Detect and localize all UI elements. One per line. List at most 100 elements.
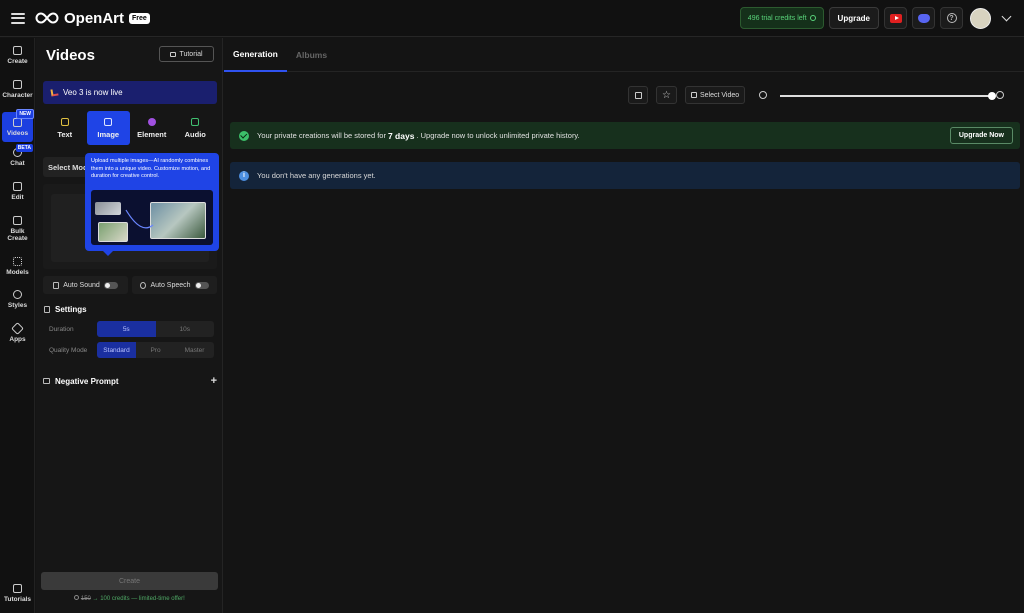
auto-sound-toggle[interactable] [103,281,118,289]
duration-label: Duration [49,325,74,333]
check-circle-icon [239,130,249,141]
trial-credits-pill[interactable]: 496 trial credits left [739,7,824,29]
credits-text: 496 trial credits left [747,14,807,22]
upgrade-now-button[interactable]: Upgrade Now [949,127,1013,144]
sound-options: Auto Sound Auto Speech [43,276,217,294]
chevron-down-icon[interactable] [1001,11,1012,21]
rail-item-videos[interactable]: NEW Videos [2,109,34,142]
rail-label: Models [6,269,29,276]
mode-tabs: Text Image Element Audio [43,111,217,145]
zoom-in-icon[interactable] [996,91,1004,99]
tutorial-button[interactable]: Tutorial [159,46,214,62]
audio-mode-icon [191,117,200,126]
tab-text[interactable]: Text [43,111,87,145]
tutorial-label: Tutorial [179,50,203,58]
upgrade-button[interactable]: Upgrade [828,7,879,29]
zoom-slider-handle[interactable] [988,92,996,100]
page-title: Videos [46,47,95,64]
duration-option-10s[interactable]: 10s [156,321,215,337]
rail-item-styles[interactable]: Styles [0,290,35,309]
settings-header: Settings [44,305,87,314]
menu-icon[interactable] [11,12,25,24]
tab-generation[interactable]: Generation [224,38,287,72]
banner-text: Veo 3 is now live [63,88,123,97]
bulk-create-icon [13,216,22,225]
veo-announcement-banner[interactable]: Veo 3 is now live [43,81,217,104]
star-icon: ☆ [662,89,671,101]
select-video-label: Select Video [699,91,740,99]
tab-albums[interactable]: Albums [287,38,336,72]
tab-label: Element [137,129,167,139]
rail-item-chat[interactable]: BETA Chat [0,144,35,167]
speech-icon [140,281,147,289]
youtube-icon [889,13,902,23]
select-icon [690,92,697,98]
party-popper-icon [50,88,59,97]
rail-item-tutorials[interactable]: Tutorials [0,584,35,603]
video-settings-panel: Videos Tutorial Veo 3 is now live Text I… [36,38,223,613]
empty-notice-text: You don't have any generations yet. [257,171,376,180]
help-button[interactable]: ? [940,7,963,29]
main-tabs: Generation Albums [224,38,1024,72]
select-all-button[interactable] [628,86,648,104]
settings-icon [44,306,50,313]
tab-audio[interactable]: Audio [174,111,218,145]
image-mode-tooltip: Upload multiple images—AI randomly combi… [85,153,219,256]
quality-option-standard[interactable]: Standard [97,342,136,358]
rail-item-edit[interactable]: Edit [0,182,35,201]
auto-speech-toggle[interactable] [194,281,209,289]
storage-notice: Your private creations will be stored fo… [230,122,1020,149]
rail-label: Videos [6,129,29,137]
brand-logo[interactable]: OpenArt Free [35,10,150,27]
tab-element[interactable]: Element [130,111,174,145]
duration-row: Duration 5s 10s [49,321,214,337]
rail-item-models[interactable]: Models [0,257,35,276]
rail-label: Edit [11,194,24,201]
auto-speech-option[interactable]: Auto Speech [132,276,217,294]
plus-icon[interactable]: + [211,375,217,387]
auto-sound-label: Auto Sound [63,281,100,289]
tooltip-arrow [103,251,113,256]
gallery-toolbar: ☆ Select Video [628,86,768,104]
negative-prompt-label: Negative Prompt [55,376,119,386]
storage-days: 7 days [387,130,415,141]
rail-item-bulk-create[interactable]: Bulk Create [0,216,35,242]
element-mode-icon [147,117,156,126]
tab-image[interactable]: Image [86,111,130,145]
rail-label: Tutorials [4,596,31,603]
nav-rail: Create Character NEW Videos BETA Chat Ed… [0,38,35,613]
credit-cost-note: 150 → 100 credits — limited-time offer! [36,595,223,602]
rail-label: Character [2,92,33,99]
tab-label: Image [97,129,120,139]
youtube-button[interactable] [884,7,907,29]
avatar[interactable] [970,7,991,29]
quality-option-master[interactable]: Master [175,342,214,358]
tab-label: Text [57,129,73,139]
rail-item-character[interactable]: Character [0,80,35,99]
rail-item-apps[interactable]: Apps [0,322,35,343]
negative-prompt-section[interactable]: Negative Prompt + [43,374,217,388]
zoom-out-icon[interactable] [759,91,768,99]
favorites-button[interactable]: ☆ [656,86,677,104]
models-icon [13,257,22,266]
create-button[interactable]: Create [41,572,218,590]
quality-row: Quality Mode Standard Pro Master [49,342,214,358]
duration-option-5s[interactable]: 5s [97,321,156,337]
tab-label: Audio [184,129,206,139]
play-box-icon [170,51,177,57]
square-icon [634,91,642,99]
auto-sound-option[interactable]: Auto Sound [43,276,128,294]
storage-notice-text-end: . Upgrade now to unlock unlimited privat… [416,131,580,140]
storage-notice-text: Your private creations will be stored fo… [257,131,386,140]
select-video-button[interactable]: Select Video [684,86,746,104]
tooltip-text: Upload multiple images—AI randomly combi… [91,158,211,179]
quality-selector: Standard Pro Master [97,342,214,358]
rail-item-create[interactable]: Create [0,46,35,65]
quality-option-pro[interactable]: Pro [136,342,175,358]
zoom-slider[interactable] [780,92,996,100]
rail-label: Bulk Create [7,228,28,242]
rail-label: Apps [9,336,26,343]
discord-button[interactable] [912,7,935,29]
image-mode-icon [104,117,113,126]
apps-icon [11,322,24,335]
